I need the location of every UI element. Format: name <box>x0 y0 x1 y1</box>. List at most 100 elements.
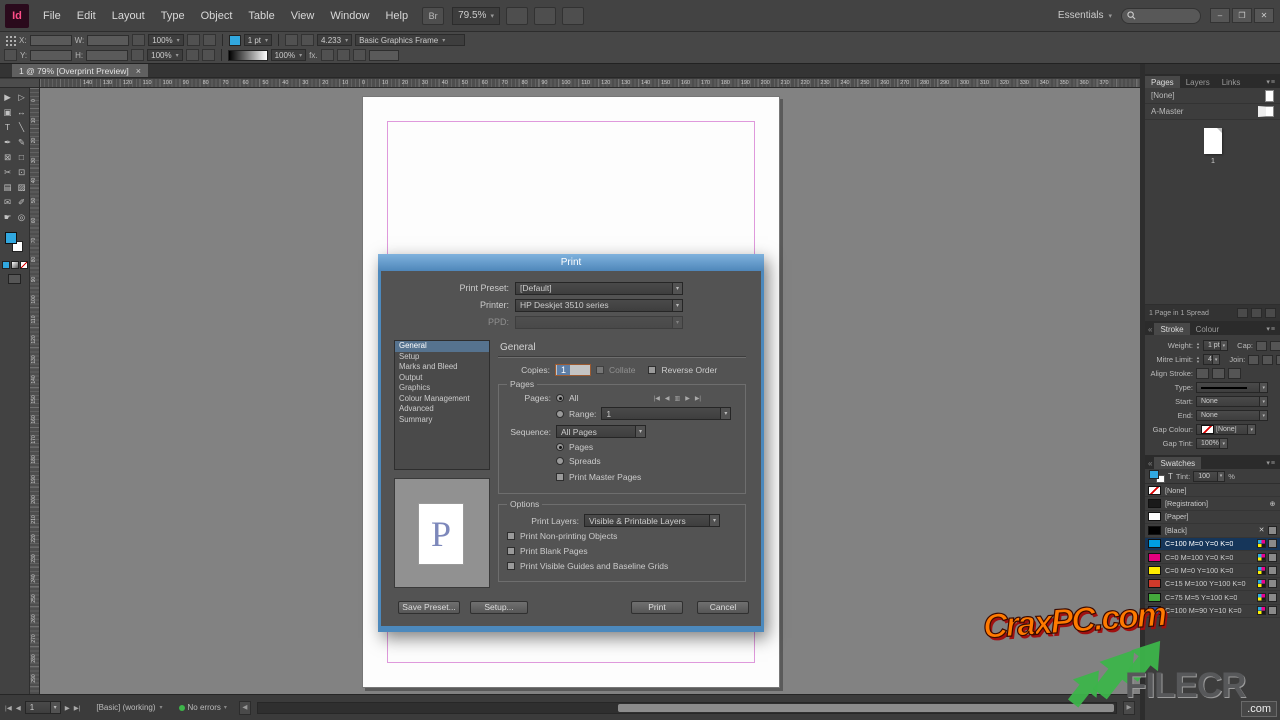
swatch-row[interactable]: C=15 M=100 Y=100 K=0 <box>1145 578 1280 591</box>
width-field[interactable] <box>87 35 129 46</box>
print-guides-checkbox[interactable] <box>507 562 515 570</box>
stroke-weight-dropdown[interactable]: 1 pt <box>244 34 272 46</box>
panel-menu-icon[interactable] <box>1266 78 1280 88</box>
type-tool[interactable]: T <box>1 120 15 134</box>
scrollbar-thumb[interactable] <box>618 704 1114 712</box>
menu-edit[interactable]: Edit <box>69 0 104 32</box>
object-style-dropdown[interactable]: Basic Graphics Frame <box>355 34 465 46</box>
page-tool[interactable]: ▣ <box>1 105 15 119</box>
workspace-switcher[interactable]: Essentials <box>1058 10 1112 21</box>
spreads-radio[interactable] <box>556 457 564 465</box>
free-transform-tool[interactable]: ⊡ <box>15 165 29 179</box>
print-section-advanced[interactable]: Advanced <box>395 404 489 415</box>
mitre-stepper-icon[interactable] <box>1196 356 1200 364</box>
bevel-join-icon[interactable] <box>1276 355 1280 365</box>
corner-radius-field[interactable] <box>369 50 399 61</box>
save-preset-button[interactable]: Save Preset... <box>398 601 460 614</box>
fill-stroke-mini-proxy[interactable] <box>1149 470 1165 483</box>
menu-view[interactable]: View <box>283 0 323 32</box>
menu-type[interactable]: Type <box>153 0 193 32</box>
round-join-icon[interactable] <box>1262 355 1273 365</box>
preflight-status[interactable]: No errors <box>179 703 227 712</box>
cancel-button[interactable]: Cancel <box>697 601 749 614</box>
menu-table[interactable]: Table <box>240 0 282 32</box>
hand-tool[interactable]: ☛ <box>1 210 15 224</box>
opacity-dropdown[interactable]: 100% <box>271 49 306 61</box>
menu-file[interactable]: File <box>35 0 69 32</box>
stroke-type-dropdown[interactable] <box>1196 382 1268 393</box>
constrain-link-icon[interactable] <box>132 34 145 46</box>
panel-menu-icon[interactable] <box>1266 459 1280 469</box>
print-section-summary[interactable]: Summary <box>395 415 489 426</box>
last-page-icon[interactable]: ▶| <box>74 704 81 712</box>
sequence-dropdown[interactable]: All Pages <box>556 425 646 438</box>
print-master-pages-checkbox[interactable] <box>556 473 564 481</box>
tab-close-icon[interactable]: × <box>136 66 141 76</box>
reference-point-icon[interactable] <box>4 34 16 46</box>
swatch-row[interactable]: C=0 M=100 Y=0 K=0 <box>1145 551 1280 564</box>
fill-color-chip[interactable] <box>229 35 241 46</box>
document-tab[interactable]: 1 @ 79% [Overprint Preview] × <box>12 64 148 77</box>
apply-color-button[interactable] <box>2 261 10 269</box>
search-input[interactable] <box>1121 8 1201 24</box>
scroll-left-arrow[interactable]: ◀ <box>239 701 251 715</box>
align-inside-icon[interactable] <box>1212 368 1225 379</box>
rectangle-frame-tool[interactable]: ⊠ <box>1 150 15 164</box>
tint-dropdown[interactable]: 100 <box>1193 471 1225 482</box>
text-wrap-icon[interactable] <box>353 49 366 61</box>
print-blank-pages-checkbox[interactable] <box>507 547 515 555</box>
print-button[interactable]: Print <box>631 601 683 614</box>
menu-object[interactable]: Object <box>193 0 241 32</box>
master-none-row[interactable]: [None] <box>1145 88 1280 104</box>
previous-page-icon[interactable]: ◀ <box>665 395 670 402</box>
fill-stroke-proxy[interactable] <box>0 229 29 259</box>
print-dialog-title[interactable]: Print <box>378 254 764 271</box>
ruler-corner[interactable] <box>0 79 40 88</box>
horizontal-scrollbar[interactable] <box>257 702 1117 714</box>
stroke-gradient-bar[interactable] <box>228 50 268 61</box>
print-preset-dropdown[interactable]: [Default] <box>515 282 683 295</box>
tab-pages[interactable]: Pages <box>1145 76 1180 88</box>
scale-y-dropdown[interactable]: 100% <box>147 49 182 61</box>
pages-thumbnail-area[interactable]: 1 <box>1145 120 1280 305</box>
bridge-icon[interactable]: Br <box>422 7 444 25</box>
previous-page-icon[interactable]: ◀ <box>16 704 21 712</box>
print-section-graphics[interactable]: Graphics <box>395 383 489 394</box>
round-cap-icon[interactable] <box>1270 341 1280 351</box>
canvas[interactable]: Print Print Preset: [Default] Printer: H… <box>40 88 1140 694</box>
print-section-general[interactable]: General <box>395 341 489 352</box>
printer-dropdown[interactable]: HP Deskjet 3510 series <box>515 299 683 312</box>
tab-links[interactable]: Links <box>1216 76 1247 88</box>
butt-cap-icon[interactable] <box>1256 341 1267 351</box>
swatch-row[interactable]: C=0 M=0 Y=100 K=0 <box>1145 564 1280 577</box>
start-dropdown[interactable]: None <box>1196 396 1268 407</box>
pages-range-radio[interactable] <box>556 410 564 418</box>
fit-content-icon[interactable] <box>285 34 298 46</box>
next-page-icon[interactable]: ▶ <box>685 395 690 402</box>
gradient-swatch-tool[interactable]: ▤ <box>1 180 15 194</box>
zoom-level-dropdown[interactable]: 79.5% <box>452 7 500 25</box>
formatting-affects-text-icon[interactable] <box>1168 472 1173 481</box>
page-1-thumbnail[interactable] <box>1204 128 1222 154</box>
menu-layout[interactable]: Layout <box>104 0 153 32</box>
tab-layers[interactable]: Layers <box>1180 76 1216 88</box>
gap-tint-dropdown[interactable]: 100% <box>1196 438 1228 449</box>
y-position-field[interactable] <box>30 50 72 61</box>
reverse-order-checkbox[interactable] <box>648 366 656 374</box>
tab-colour[interactable]: Colour <box>1190 323 1226 335</box>
selection-tool[interactable]: ▶ <box>1 90 15 104</box>
delete-page-icon[interactable] <box>1265 308 1276 318</box>
master-a-row[interactable]: A-Master <box>1145 104 1280 120</box>
zoom-tool[interactable]: ◎ <box>15 210 29 224</box>
minimize-button[interactable]: – <box>1210 8 1230 23</box>
scale-x-dropdown[interactable]: 100% <box>148 34 183 46</box>
collapse-panel-icon[interactable] <box>1145 459 1154 469</box>
shear-icon[interactable] <box>186 49 199 61</box>
swatch-row[interactable]: C=100 M=0 Y=0 K=0 <box>1145 538 1280 551</box>
apply-gradient-button[interactable] <box>11 261 19 269</box>
menu-help[interactable]: Help <box>377 0 416 32</box>
last-page-icon[interactable]: ▶| <box>695 395 701 402</box>
swatch-row[interactable]: [Registration]⊕ <box>1145 497 1280 510</box>
note-tool[interactable]: ✉ <box>1 195 15 209</box>
gradient-feather-tool[interactable]: ▨ <box>15 180 29 194</box>
